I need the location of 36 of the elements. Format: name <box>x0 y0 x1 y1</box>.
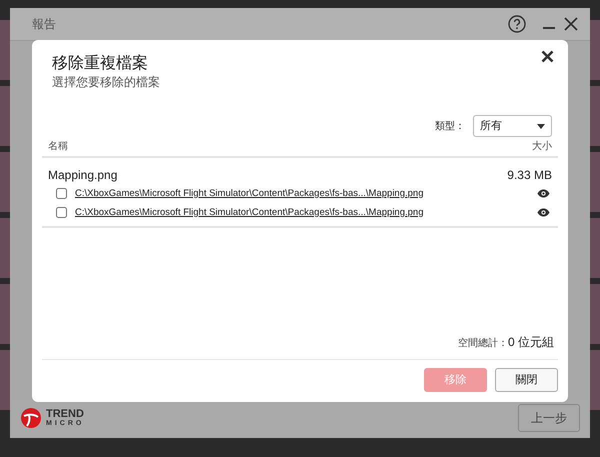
photo-placeholder <box>0 218 10 278</box>
total-value: 0 位元組 <box>508 334 554 351</box>
photo-placeholder <box>590 152 600 212</box>
photo-placeholder <box>0 152 10 212</box>
column-header: 名稱 <box>48 140 68 154</box>
file-path-link[interactable]: C:\XboxGames\Microsoft Flight Simulator\Content\Packages\fs-bas...\Mapping.png <box>75 206 529 220</box>
photo-placeholder <box>590 284 600 344</box>
checkbox[interactable] <box>56 207 67 218</box>
dialog-button[interactable]: 關閉 <box>495 368 558 392</box>
help-icon[interactable] <box>508 15 526 33</box>
window-title: 報告 <box>32 16 57 33</box>
type-dropdown[interactable]: 所有 <box>473 115 552 138</box>
dialog-title: 移除重複檔案 <box>51 54 148 74</box>
photo-placeholder <box>0 86 10 146</box>
eye-icon[interactable] <box>537 208 550 218</box>
close-icon[interactable] <box>564 17 578 31</box>
eye-icon[interactable] <box>537 189 550 198</box>
photo-placeholder <box>0 284 10 344</box>
file-path-link[interactable]: C:\XboxGames\Microsoft Flight Simulator\Content\Packages\fs-bas...\Mapping.png <box>75 186 529 201</box>
file-size: 9.33 MB <box>507 167 552 184</box>
photo-placeholder <box>590 218 600 278</box>
total-label: 空間總計： <box>458 336 508 351</box>
checkbox[interactable] <box>56 188 67 200</box>
photo-placeholder <box>0 350 10 410</box>
column-header: 大小 <box>532 140 552 154</box>
dialog-subtitle: 選擇您要移除的檔案 <box>51 74 161 92</box>
filter-label: 類型： <box>435 120 465 134</box>
caret-icon <box>537 124 545 129</box>
logo-text: TREND <box>46 409 84 420</box>
photo-placeholder <box>590 86 600 146</box>
file-name: Mapping.png <box>48 167 118 184</box>
logo-icon <box>20 407 42 429</box>
photo-placeholder <box>590 350 600 410</box>
photo-placeholder <box>0 20 10 80</box>
photo-placeholder <box>590 20 600 80</box>
back-button[interactable]: 上一步 <box>518 404 580 432</box>
